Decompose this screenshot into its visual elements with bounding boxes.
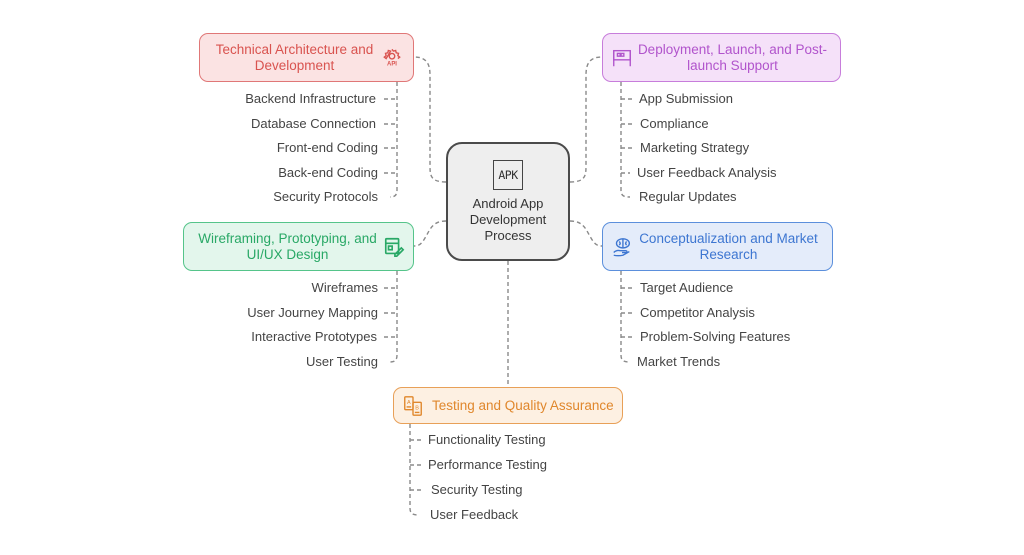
list-item-tech: Back-end Coding xyxy=(278,165,378,180)
svg-text:A: A xyxy=(407,400,411,406)
list-item-wire: Wireframes xyxy=(311,280,378,295)
center-node[interactable]: APK Android App Development Process xyxy=(446,142,570,261)
node-title: Wireframing, Prototyping, and UI/UX Desi… xyxy=(198,230,377,262)
connector-center-tech xyxy=(413,56,447,183)
billboard-icon xyxy=(611,47,633,69)
list-item-wire: Interactive Prototypes xyxy=(251,329,377,344)
node-wireframing-design[interactable]: Wireframing, Prototyping, and UI/UX Desi… xyxy=(183,222,414,271)
list-item-test: Performance Testing xyxy=(428,457,547,472)
node-deployment-launch[interactable]: Deployment, Launch, and Post-launch Supp… xyxy=(602,33,841,82)
list-item-concept: Market Trends xyxy=(637,354,721,369)
list-item-tech: Backend Infrastructure xyxy=(245,91,376,106)
list-item-deploy: Compliance xyxy=(640,116,709,131)
list-item-test: User Feedback xyxy=(430,507,519,522)
connector-center-deploy xyxy=(569,56,603,183)
node-title: Technical Architecture and Development xyxy=(215,41,374,73)
list-item-concept: Target Audience xyxy=(640,280,734,295)
node-testing-qa[interactable]: A B Testing and Quality Assurance xyxy=(393,387,623,424)
svg-text:API: API xyxy=(387,61,397,67)
connector-center-concept xyxy=(569,220,603,247)
connector-center-wire xyxy=(413,220,447,247)
list-item-wire: User Testing xyxy=(305,354,378,369)
list-item-deploy: User Feedback Analysis xyxy=(637,165,777,180)
list-item-deploy: App Submission xyxy=(639,91,733,106)
node-conceptualization-research[interactable]: Conceptualization and Market Research xyxy=(602,222,833,271)
gear-api-icon: API xyxy=(381,47,403,69)
list-item-deploy: Regular Updates xyxy=(639,189,737,204)
brain-hand-icon xyxy=(611,236,633,258)
list-item-concept: Problem-Solving Features xyxy=(640,329,791,344)
design-edit-icon xyxy=(383,236,405,258)
list-item-wire: User Journey Mapping xyxy=(247,305,378,320)
list-item-tech: Database Connection xyxy=(250,116,376,131)
list-item-test: Security Testing xyxy=(431,482,523,497)
svg-text:B: B xyxy=(415,405,419,411)
list-item-tech: Security Protocols xyxy=(273,189,378,204)
list-item-concept: Competitor Analysis xyxy=(640,305,755,320)
connector-test-trunk xyxy=(409,424,420,516)
connector-concept-trunk xyxy=(620,271,631,363)
node-title: Testing and Quality Assurance xyxy=(432,397,614,413)
ab-test-icon: A B xyxy=(402,395,424,417)
node-title: Conceptualization and Market Research xyxy=(639,230,818,262)
node-title: Deployment, Launch, and Post-launch Supp… xyxy=(637,41,828,73)
list-item-deploy: Marketing Strategy xyxy=(640,140,750,155)
node-technical-architecture[interactable]: Technical Architecture and Development A… xyxy=(199,33,414,82)
apk-icon: APK xyxy=(493,160,523,190)
list-item-test: Functionality Testing xyxy=(428,432,546,447)
center-title: Android App Development Process xyxy=(469,196,547,243)
list-item-tech: Front-end Coding xyxy=(276,140,378,155)
connector-wire-trunk xyxy=(389,271,398,363)
